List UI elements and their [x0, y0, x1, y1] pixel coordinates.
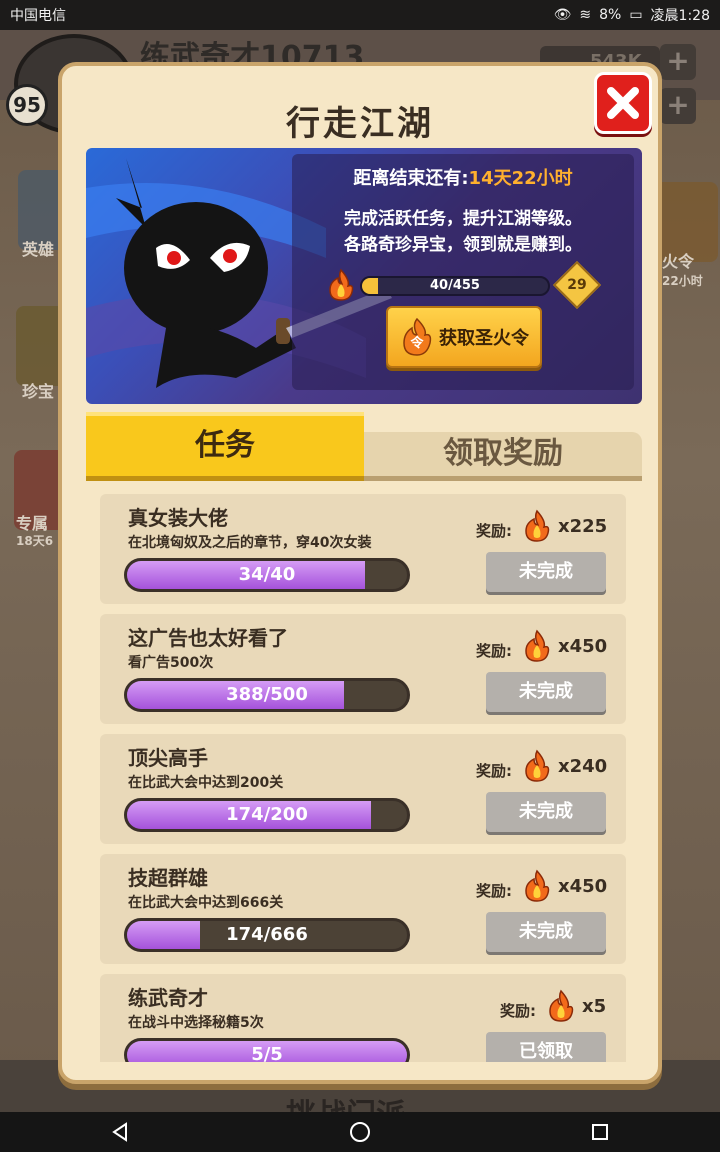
close-x-icon	[607, 87, 639, 119]
recents-icon	[592, 1124, 608, 1140]
banner-info-panel: 距离结束还有:14天22小时 完成活跃任务，提升江湖等级。 各路奇珍异宝，领到就…	[292, 154, 634, 390]
xp-progress-bar: 40/455	[360, 276, 550, 296]
task-title: 顶尖高手	[128, 746, 208, 770]
event-banner: 距离结束还有:14天22小时 完成活跃任务，提升江湖等级。 各路奇珍异宝，领到就…	[86, 148, 642, 404]
bg-side-label: 火令	[662, 252, 695, 271]
get-fire-token-label: 获取圣火令	[439, 328, 529, 349]
countdown: 距离结束还有:14天22小时	[292, 164, 634, 190]
wifi-icon: ≋	[579, 7, 592, 23]
reward-label: 奖励:	[476, 522, 512, 540]
countdown-label: 距离结束还有:	[353, 168, 469, 189]
fire-token-badge-icon: 令	[403, 317, 432, 356]
tab-tasks[interactable]: 任务	[86, 412, 364, 476]
reward-count: x5	[582, 996, 607, 1017]
xp-progress-text: 40/455	[430, 278, 480, 293]
battery-icon: ▭	[629, 7, 643, 23]
player-level-badge: 95	[6, 84, 48, 126]
task-progress-bar: 174/200	[124, 798, 410, 832]
task-description: 在北境匈奴及之后的章节，穿40次女装	[128, 535, 372, 551]
task-status-button[interactable]: 已领取	[486, 1032, 606, 1062]
battery-percent: 8%	[599, 7, 622, 23]
task-title: 练武奇才	[128, 986, 208, 1010]
desc-line-2: 各路奇珍异宝，领到就是赚到。	[344, 235, 582, 255]
banner-description: 完成活跃任务，提升江湖等级。 各路奇珍异宝，领到就是赚到。	[292, 206, 634, 258]
fire-token-icon	[525, 629, 550, 662]
reward-count: x240	[558, 756, 608, 777]
add-gems-button: +	[660, 88, 696, 124]
task-row: 真女装大佬在北境匈奴及之后的章节，穿40次女装 34/40 奖励: x225 未完成	[100, 494, 626, 604]
desc-line-1: 完成活跃任务，提升江湖等级。	[344, 209, 582, 229]
task-progress-bar: 5/5	[124, 1038, 410, 1062]
fire-token-icon	[525, 749, 550, 782]
level-value: 29	[567, 277, 587, 293]
task-status-button[interactable]: 未完成	[486, 792, 606, 832]
token-glyph: 令	[410, 335, 424, 351]
nav-recents-button[interactable]	[580, 1117, 620, 1147]
task-progress-text: 174/200	[226, 804, 308, 825]
task-status-button[interactable]: 未完成	[486, 552, 606, 592]
fire-token-icon	[549, 989, 574, 1022]
task-title: 技超群雄	[128, 866, 208, 890]
reward-label: 奖励:	[476, 882, 512, 900]
task-description: 看广告500次	[128, 655, 214, 671]
status-icons: 👁 ≋ 8% ▭ 凌晨1:28	[554, 5, 710, 25]
task-list[interactable]: 真女装大佬 在北境匈奴及之后的章节，穿40次女装 34/40 奖励: x225 未完成 这广…	[100, 494, 626, 1062]
bg-side-label: 专属	[16, 514, 49, 533]
bg-side-label: 英雄	[22, 240, 55, 259]
reward-label: 奖励:	[500, 1002, 536, 1020]
add-coins-button: +	[660, 44, 696, 80]
task-row: 练武奇才在战斗中选择秘籍5次 5/5 奖励: x5 已领取	[100, 974, 626, 1062]
task-progress-text: 174/666	[226, 924, 308, 945]
system-nav-bar	[0, 1112, 720, 1152]
nav-home-button[interactable]	[340, 1117, 380, 1147]
reward-count: x450	[558, 636, 608, 657]
task-progress-bar: 388/500	[124, 678, 410, 712]
task-description: 在比武大会中达到666关	[128, 895, 284, 911]
task-row: 这广告也太好看了看广告500次 388/500 奖励: x450 未完成	[100, 614, 626, 724]
reward-count: x450	[558, 876, 608, 897]
xp-row: 40/455 29	[326, 260, 616, 310]
fire-token-icon	[525, 509, 550, 542]
carrier-label: 中国电信	[10, 8, 66, 24]
task-status-button[interactable]: 未完成	[486, 912, 606, 952]
reward-count: x225	[558, 516, 608, 537]
task-progress-text: 34/40	[238, 564, 296, 585]
task-progress-text: 388/500	[226, 684, 308, 705]
reward-label: 奖励:	[476, 762, 512, 780]
task-row: 技超群雄在比武大会中达到666关 174/666 奖励: x450 未完成	[100, 854, 626, 964]
bg-side-label: 珍宝	[22, 382, 55, 401]
task-row: 顶尖高手在比武大会中达到200关 174/200 奖励: x240 未完成	[100, 734, 626, 844]
countdown-value: 14天22小时	[468, 168, 573, 189]
fire-token-icon	[329, 268, 354, 301]
bg-side-timer: 18天6	[16, 534, 54, 548]
nav-back-button[interactable]	[100, 1117, 140, 1147]
get-fire-token-button[interactable]: 令 获取圣火令	[386, 306, 542, 368]
task-title: 真女装大佬	[128, 506, 228, 530]
clock: 凌晨1:28	[650, 8, 710, 24]
task-progress-text: 5/5	[251, 1044, 283, 1062]
tab-claim-rewards[interactable]: 领取奖励	[364, 432, 642, 476]
fire-token-icon	[525, 869, 550, 902]
journey-dialog: 行走江湖 距离结束还有:14天22小时 完成活跃任务，提升江湖等级。 各路奇珍异…	[58, 62, 662, 1084]
reward-label: 奖励:	[476, 642, 512, 660]
task-progress-bar: 174/666	[124, 918, 410, 952]
status-bar: 中国电信 👁 ≋ 8% ▭ 凌晨1:28	[0, 0, 720, 30]
home-icon	[350, 1122, 370, 1142]
task-progress-bar: 34/40	[124, 558, 410, 592]
bg-side-timer: 22小时	[662, 274, 703, 288]
dialog-title: 行走江湖	[286, 104, 434, 144]
task-status-button[interactable]: 未完成	[486, 672, 606, 712]
eye-icon: 👁	[553, 7, 572, 23]
close-button[interactable]	[594, 72, 652, 134]
task-title: 这广告也太好看了	[128, 626, 288, 650]
task-description: 在战斗中选择秘籍5次	[128, 1015, 264, 1031]
task-description: 在比武大会中达到200关	[128, 775, 284, 791]
back-icon	[112, 1122, 127, 1142]
